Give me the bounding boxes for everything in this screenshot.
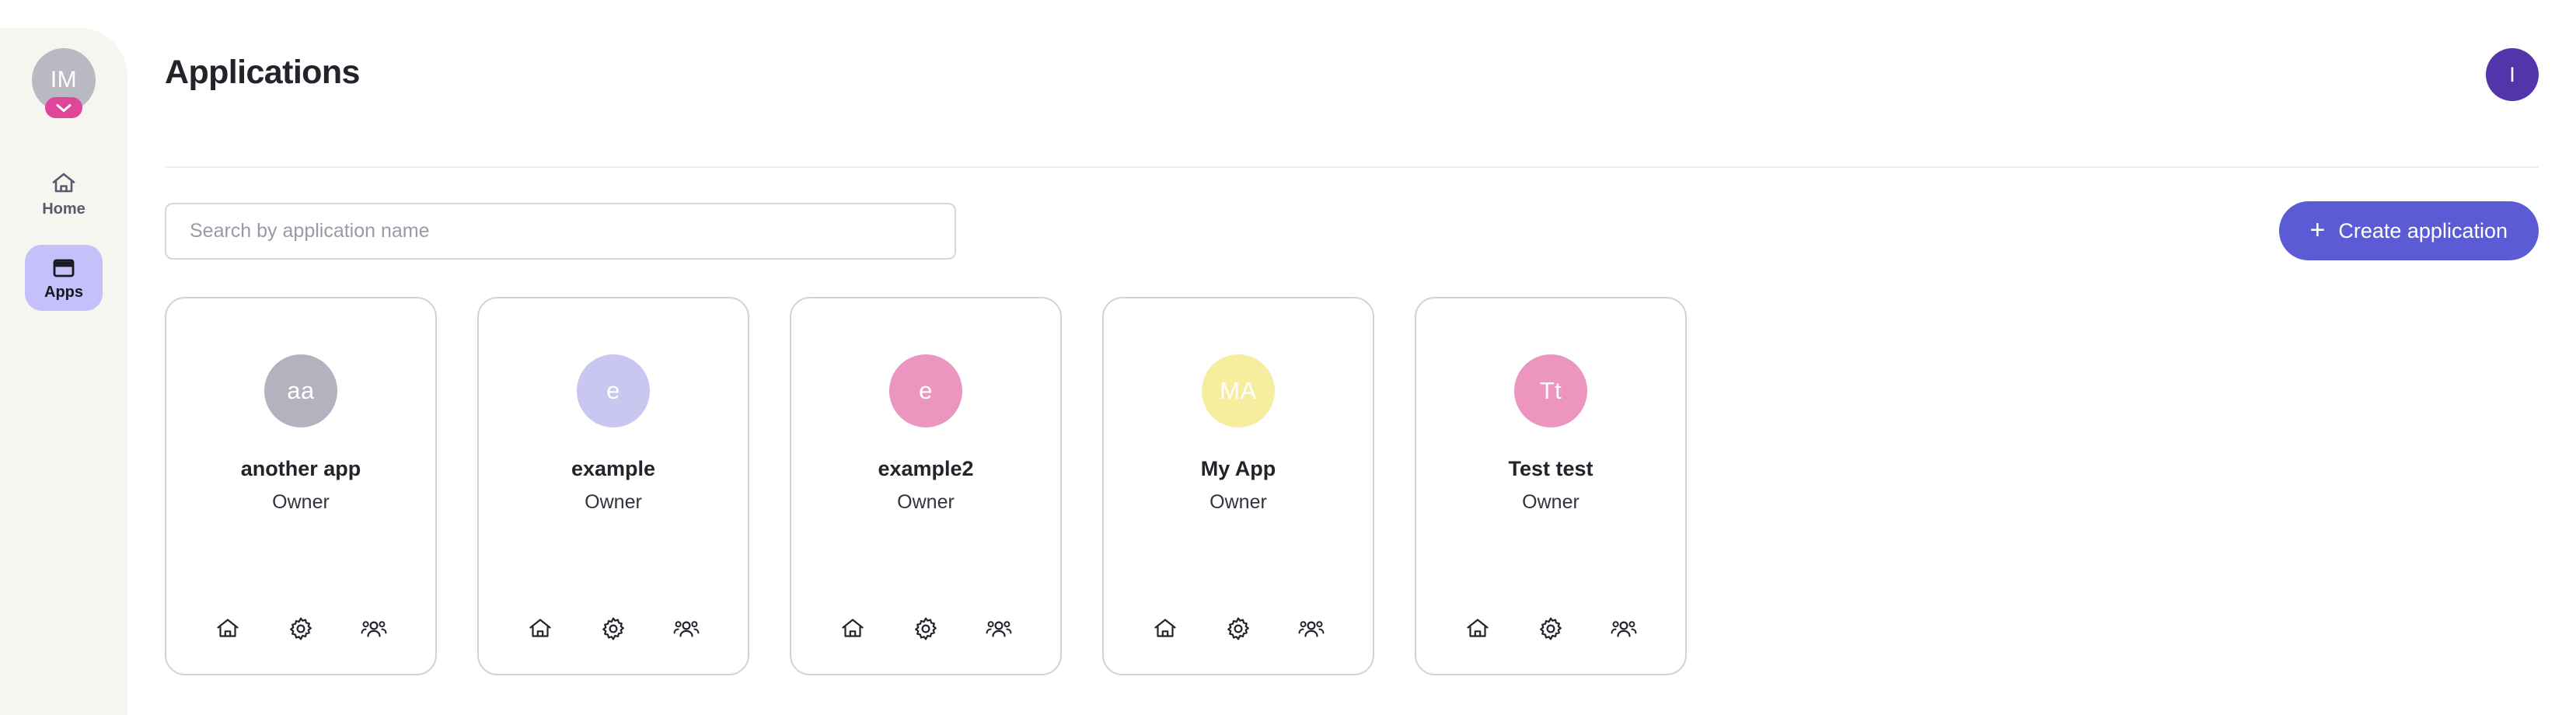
home-icon[interactable] — [1464, 615, 1492, 643]
application-role: Owner — [272, 491, 330, 513]
application-card[interactable]: e example Owner — [477, 297, 749, 675]
gear-icon[interactable] — [912, 615, 940, 643]
org-switcher[interactable]: IM — [32, 48, 96, 118]
members-icon[interactable] — [360, 615, 388, 643]
chevron-down-icon[interactable] — [45, 97, 82, 118]
sidebar-item-home[interactable]: Home — [25, 159, 103, 228]
home-icon[interactable] — [1151, 615, 1179, 643]
card-action-bar — [1104, 615, 1373, 643]
card-action-bar — [791, 615, 1060, 643]
members-icon[interactable] — [672, 615, 700, 643]
application-card[interactable]: MA My App Owner — [1102, 297, 1374, 675]
members-icon[interactable] — [985, 615, 1013, 643]
create-application-button[interactable]: + Create application — [2278, 201, 2539, 260]
gear-icon[interactable] — [1224, 615, 1252, 643]
sidebar-item-label: Home — [42, 201, 86, 218]
sidebar: IM Home Apps — [0, 28, 127, 715]
application-card[interactable]: e example2 Owner — [790, 297, 1062, 675]
application-role: Owner — [897, 491, 955, 513]
application-avatar: MA — [1202, 354, 1275, 427]
page-title: Applications — [165, 54, 360, 91]
main-content: Applications I + Create application aa an… — [127, 0, 2576, 715]
sidebar-item-label: Apps — [44, 284, 83, 301]
page-header: Applications I — [165, 0, 2539, 168]
application-avatar: aa — [264, 354, 337, 427]
application-name: Test test — [1508, 457, 1593, 480]
card-action-bar — [1416, 615, 1685, 643]
application-card[interactable]: aa another app Owner — [165, 297, 437, 675]
plus-icon: + — [2309, 214, 2326, 245]
create-application-label: Create application — [2338, 218, 2508, 242]
home-icon — [51, 171, 77, 196]
application-name: My App — [1200, 457, 1276, 480]
gear-icon[interactable] — [287, 615, 315, 643]
application-name: example — [571, 457, 656, 480]
members-icon[interactable] — [1610, 615, 1638, 643]
applications-grid: aa another app Owner e example Owner e example2… — [165, 297, 2539, 675]
members-icon[interactable] — [1297, 615, 1325, 643]
user-avatar[interactable]: I — [2486, 48, 2539, 101]
gear-icon[interactable] — [599, 615, 627, 643]
toolbar: + Create application — [165, 201, 2539, 260]
search-input[interactable] — [165, 202, 956, 260]
card-action-bar — [166, 615, 435, 643]
window-icon — [51, 257, 76, 279]
application-avatar: Tt — [1514, 354, 1587, 427]
sidebar-item-apps[interactable]: Apps — [25, 245, 103, 311]
application-name: example2 — [878, 457, 974, 480]
home-icon[interactable] — [839, 615, 867, 643]
home-icon[interactable] — [526, 615, 554, 643]
card-action-bar — [479, 615, 748, 643]
application-card[interactable]: Tt Test test Owner — [1415, 297, 1687, 675]
application-name: another app — [240, 457, 361, 480]
application-role: Owner — [1522, 491, 1579, 513]
gear-icon[interactable] — [1537, 615, 1565, 643]
home-icon[interactable] — [214, 615, 242, 643]
application-role: Owner — [1209, 491, 1267, 513]
application-role: Owner — [585, 491, 642, 513]
application-avatar: e — [889, 354, 962, 427]
application-avatar: e — [577, 354, 650, 427]
